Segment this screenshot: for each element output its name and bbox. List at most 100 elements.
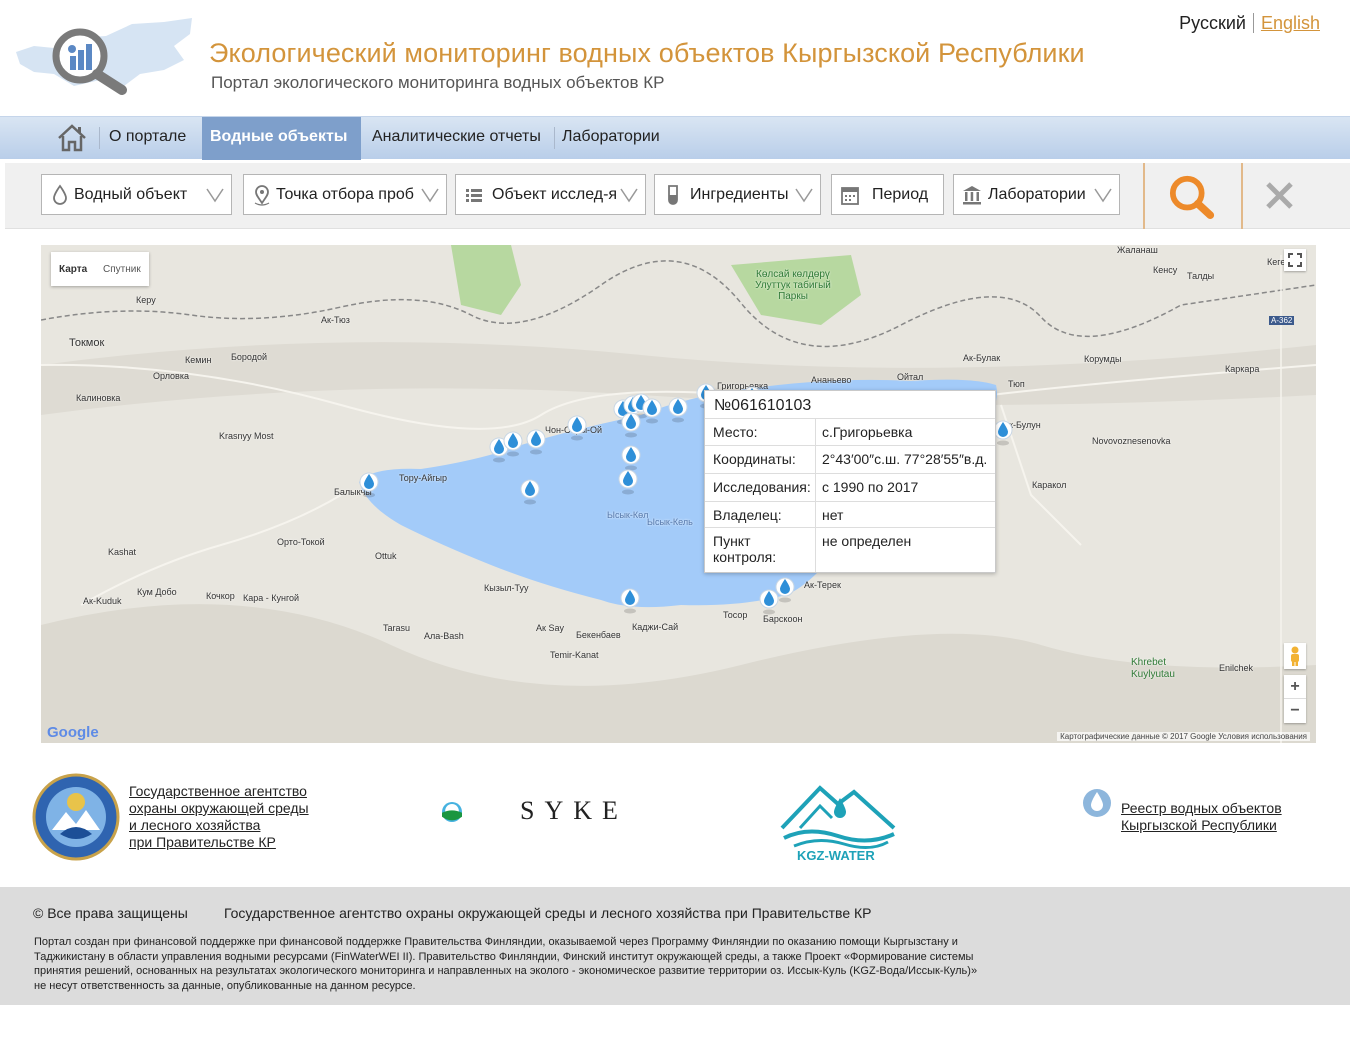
station-pin[interactable] [503,429,523,457]
map-label: Enilchek [1219,663,1254,673]
chevron-down-icon [1094,188,1112,203]
filter-label: Лаборатории [988,186,1086,203]
google-logo: Google [47,724,99,741]
station-pin[interactable] [620,586,640,614]
map-label: Бекенбаев [576,630,621,640]
institution-icon [963,186,981,205]
station-pin[interactable] [993,418,1013,446]
language-switcher: Русский English [1179,13,1320,34]
filter-laboratories[interactable]: Лаборатории [953,174,1120,215]
street-view-button[interactable] [1284,643,1306,669]
popup-row: Исследования: с 1990 по 2017 [705,474,995,502]
map-label: Корумды [1084,354,1122,364]
station-pin[interactable] [520,477,540,505]
footer-note-line: не несут ответственность за данные, опуб… [34,979,416,992]
fullscreen-button[interactable] [1284,249,1306,271]
map-attribution[interactable]: Картографические данные © 2017 Google Ус… [1057,732,1310,741]
partners-section: Государственное агентство охраны окружаю… [0,770,1350,880]
nav-about[interactable]: О портале [99,117,194,160]
popup-row: Место: с.Григорьевка [705,419,995,446]
agency-link-line: Государственное агентство [129,783,307,799]
kyrgyz-emblem-icon[interactable] [32,772,120,862]
station-pin[interactable] [642,396,662,424]
lang-ru-link[interactable]: Русский [1179,13,1254,33]
map-label: Кеpу [136,295,156,305]
map-base-layer [41,245,1316,743]
kgz-water-logo-icon[interactable] [778,782,898,854]
nav-labs-label: Лаборатории [562,128,660,145]
agency-link[interactable]: Государственное агентство охраны окружаю… [129,783,309,851]
station-pin[interactable] [618,467,638,495]
station-pin[interactable] [567,413,587,441]
search-button[interactable] [1143,163,1243,229]
search-icon [1169,175,1215,220]
zoom-out-button[interactable]: − [1284,699,1306,723]
map-label: Ысык-Көл [607,510,649,520]
filter-label: Период [872,186,929,203]
map-label: Кара - Кунгой [243,593,300,603]
footer-note-line: Портал создан при финансовой поддержке п… [34,936,958,948]
filter-research-object[interactable]: Объект исслед-я [455,174,646,215]
station-pin[interactable] [526,427,546,455]
map-label: Tarasu [383,623,411,633]
footer-note-line: принятия решений, основанных на результа… [34,965,978,977]
station-pin[interactable] [775,575,795,603]
zoom-in-button[interactable]: + [1284,675,1306,699]
map-type-satellite-button[interactable]: Спутник [103,264,141,275]
footer: © Все права защищены Государственное аге… [0,887,1350,1005]
zoom-control: + − [1284,675,1306,723]
station-pin[interactable] [359,470,379,498]
agency-link-line: охраны окружающей среды [129,800,309,816]
station-pin[interactable] [668,395,688,423]
main-nav: О портале Водные объекты Аналитические о… [0,116,1350,160]
close-icon [1266,182,1293,209]
map-label: Ак-Тюз [321,315,350,325]
footer-note: Портал создан при финансовой поддержке п… [34,935,1084,993]
map-label: Ала-Bash [424,631,464,641]
popup-row-key: Владелец: [713,507,782,523]
map-label: Kashat [108,547,137,557]
nav-labs[interactable]: Лаборатории [554,117,668,160]
map-label: Тюп [1008,379,1025,389]
popup-row: Владелец: нет [705,502,995,528]
map-label: Жаланаш [1117,245,1158,255]
filter-sampling-point[interactable]: Точка отбора проб [243,174,447,215]
filter-ingredients[interactable]: Ингредиенты [654,174,821,215]
map-label: Ананьево [811,375,852,385]
water-registry-link[interactable]: Реестр водных объектов Кыргызской Респуб… [1121,800,1282,834]
nav-analytics[interactable]: Аналитические отчеты [364,117,549,160]
syke-logo-text: SYKE [520,796,628,825]
page-title: Экологический мониторинг водных объектов… [209,38,1085,68]
water-drop-icon [53,184,67,205]
water-drop-icon [1083,789,1111,817]
map-label: Токмок [69,337,105,349]
station-pin[interactable] [621,410,641,438]
map-label: Тосор [723,610,748,620]
map-label: Кызыл-Туу [484,583,529,593]
chevron-down-icon [795,188,813,203]
filter-period[interactable]: Период [831,174,944,215]
water-registry-link-line: Реестр водных объектов [1121,800,1282,816]
popup-row-value: 2°43′00″с.ш. 77°28′55″в.д. [822,451,988,467]
map-label: Орто-Токой [277,537,325,547]
map-type-control: Карта Спутник [51,252,149,286]
clear-button[interactable] [1245,163,1315,229]
popup-row-value: нет [822,507,844,523]
filter-water-object[interactable]: Водный объект [41,174,232,215]
filter-label: Объект исслед-я [492,186,618,203]
home-icon[interactable] [54,121,90,155]
portal-logo-icon[interactable] [14,16,196,98]
station-popup: №061610103 Место: с.Григорьевка Координат… [704,390,996,573]
map-type-map-button[interactable]: Карта [59,264,87,275]
map-label: Khrebet Kuylyutau [1131,657,1175,680]
map-label: Ак Say [536,623,564,633]
fullscreen-icon [1288,253,1302,267]
lang-en-link[interactable]: English [1254,13,1320,33]
footer-copyright: © Все права защищены [33,905,188,921]
map-view[interactable]: Жаланаш Кенсу Талды Кеге А-362 Кеpу Ак-Т… [41,245,1316,743]
syke-logo-icon[interactable] [436,784,516,840]
filter-label: Точка отбора проб [276,186,414,203]
nav-water-objects[interactable]: Водные объекты [202,117,361,160]
list-icon [466,189,482,202]
map-label: Каджи-Сай [632,622,679,632]
